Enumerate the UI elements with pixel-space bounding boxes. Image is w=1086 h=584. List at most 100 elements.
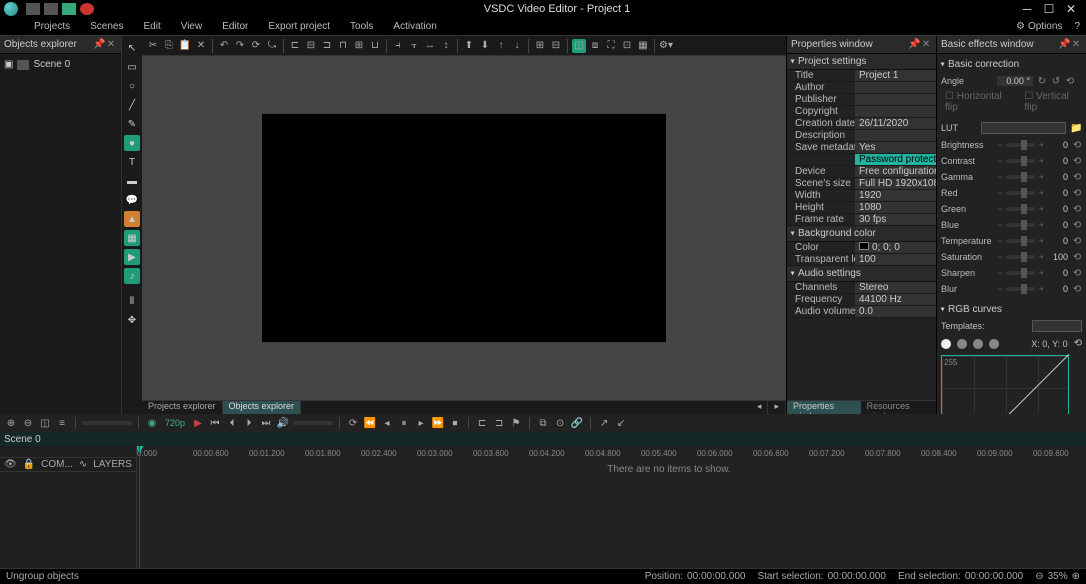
new-project-icon[interactable] [26, 3, 40, 15]
align-right-icon[interactable]: ⊐ [320, 39, 334, 53]
prop-row[interactable]: Frame rate30 fps [787, 214, 936, 226]
vflip-checkbox[interactable]: Vertical flip [1024, 91, 1082, 113]
counter-tool[interactable]: ⫴ [124, 293, 140, 309]
section-rgb-curves[interactable]: RGB curves [941, 301, 1082, 318]
menu-tools[interactable]: Tools [340, 21, 383, 32]
menu-view[interactable]: View [171, 21, 213, 32]
menu-activation[interactable]: Activation [383, 21, 446, 32]
collapse-icon[interactable]: ↙ [614, 416, 628, 430]
open-icon[interactable] [44, 3, 58, 15]
bring-front-icon[interactable]: ⬆ [462, 39, 476, 53]
prop-row[interactable]: DeviceFree configuration [787, 166, 936, 178]
menu-projects[interactable]: Projects [24, 21, 80, 32]
marker-in-icon[interactable]: ⊏ [475, 416, 489, 430]
timeline-scene-tab[interactable]: Scene 0 [0, 432, 1086, 446]
text-tool[interactable]: T [124, 154, 140, 170]
channel-b[interactable] [989, 339, 999, 349]
skip-back-icon[interactable]: ⏪ [363, 416, 377, 430]
reset-icon[interactable]: ⟲ [1072, 220, 1082, 231]
close-panel-icon[interactable]: ✕ [920, 39, 932, 50]
tooltip-tool[interactable]: ▬ [124, 173, 140, 189]
resolution-label[interactable]: 720p [162, 418, 188, 428]
marker-out-icon[interactable]: ⊐ [492, 416, 506, 430]
backward-icon[interactable]: ↓ [510, 39, 524, 53]
link-icon[interactable]: 🔗 [570, 416, 584, 430]
slider-track[interactable] [1006, 223, 1034, 227]
zoom-out-icon[interactable]: ⊖ [1035, 571, 1043, 582]
split-icon[interactable]: ⧈ [588, 39, 602, 53]
slider-track[interactable] [1006, 271, 1034, 275]
rgb-curve-editor[interactable]: 255 128 [941, 355, 1069, 414]
mute-icon[interactable]: 🔊 [276, 416, 290, 430]
save-icon[interactable] [62, 3, 76, 15]
stop-icon[interactable]: ⏹ [448, 416, 462, 430]
reset-icon[interactable]: ⟲ [1072, 204, 1082, 215]
reset-icon[interactable]: ⟲ [1072, 188, 1082, 199]
group-icon[interactable]: ⊞ [533, 39, 547, 53]
help-button[interactable]: ? [1068, 21, 1086, 32]
tl-add-icon[interactable]: ⊕ [4, 416, 18, 430]
skip-fwd-icon[interactable]: ⏩ [431, 416, 445, 430]
crop-icon[interactable]: ◫ [572, 39, 586, 53]
reset-icon[interactable]: ⟲ [1072, 172, 1082, 183]
rotate-ccw-icon[interactable]: ↺ [1051, 76, 1061, 87]
lock-icon[interactable]: 🔒 [23, 459, 35, 470]
zoom-in-icon[interactable]: ⊕ [1072, 571, 1080, 582]
prop-row[interactable]: Width1920 [787, 190, 936, 202]
tl-fx-icon[interactable]: ◫ [38, 416, 52, 430]
scroll-right-icon[interactable]: ▸ [768, 401, 786, 414]
line-tool[interactable]: ╱ [124, 97, 140, 113]
chart-tool[interactable]: ▲ [124, 211, 140, 227]
goto-end-icon[interactable]: ⏭ [259, 416, 273, 430]
prev-frame-icon[interactable]: ⏴ [225, 416, 239, 430]
reset-icon[interactable]: ⟲ [1072, 268, 1082, 279]
menu-export[interactable]: Export project [258, 21, 340, 32]
cursor-tool[interactable]: ↖ [124, 40, 140, 56]
pin-icon[interactable]: 📌 [1058, 39, 1070, 50]
wave-icon[interactable]: ∿ [79, 459, 87, 470]
section-audio[interactable]: Audio settings [787, 266, 936, 282]
prop-row[interactable]: Frequency44100 Hz [787, 294, 936, 306]
timeline-ruler[interactable]: 0:00000:00.60000:01.20000:01.80000:02.40… [137, 446, 1086, 460]
audio-tool[interactable]: ♪ [124, 268, 140, 284]
tab-properties[interactable]: Properties window [787, 401, 861, 414]
marker-icon[interactable]: ⚑ [509, 416, 523, 430]
grid-icon[interactable]: ▦ [636, 39, 650, 53]
rotate-icon[interactable]: ⤿ [265, 39, 279, 53]
prop-row[interactable]: Password protection [787, 154, 936, 166]
fit-icon[interactable]: ⊡ [620, 39, 634, 53]
channel-rgb[interactable] [941, 339, 951, 349]
delete-icon[interactable]: ✕ [194, 39, 208, 53]
record-icon[interactable] [80, 3, 94, 15]
close-panel-icon[interactable]: ✕ [1070, 39, 1082, 50]
prop-row[interactable]: Color0; 0; 0 [787, 242, 936, 254]
pin-icon[interactable]: 📌 [908, 39, 920, 50]
volume-slider[interactable] [293, 421, 333, 425]
resize-icon[interactable]: ⛶ [604, 39, 618, 53]
options-button[interactable]: ⚙Options [1010, 21, 1068, 32]
loop-icon[interactable]: ⟳ [346, 416, 360, 430]
distribute-h-icon[interactable]: ⫞ [391, 39, 405, 53]
tab-resources[interactable]: Resources window [861, 401, 936, 414]
image-tool[interactable]: ▦ [124, 230, 140, 246]
slider-track[interactable] [1006, 143, 1034, 147]
chat-tool[interactable]: 💬 [124, 192, 140, 208]
scroll-left-icon[interactable]: ◂ [751, 401, 769, 414]
folder-icon[interactable]: 📁 [1070, 123, 1082, 134]
expand-icon[interactable]: ↗ [597, 416, 611, 430]
slider-track[interactable] [1006, 159, 1034, 163]
minimize-button[interactable]: ─ [1016, 2, 1038, 16]
canvas-area[interactable] [142, 56, 786, 400]
align-bottom-icon[interactable]: ⊔ [368, 39, 382, 53]
prop-row[interactable]: Description [787, 130, 936, 142]
maximize-button[interactable]: ☐ [1038, 2, 1060, 16]
settings-icon[interactable]: ⚙▾ [659, 39, 673, 53]
templates-dropdown[interactable] [1032, 320, 1082, 332]
copy-icon[interactable]: ⎘ [162, 39, 176, 53]
align-left-icon[interactable]: ⊏ [288, 39, 302, 53]
close-button[interactable]: ✕ [1060, 2, 1082, 16]
reset-icon[interactable]: ⟲ [1072, 284, 1082, 295]
lut-dropdown[interactable] [981, 122, 1066, 134]
forward-icon[interactable]: ↑ [494, 39, 508, 53]
slider-track[interactable] [1006, 191, 1034, 195]
